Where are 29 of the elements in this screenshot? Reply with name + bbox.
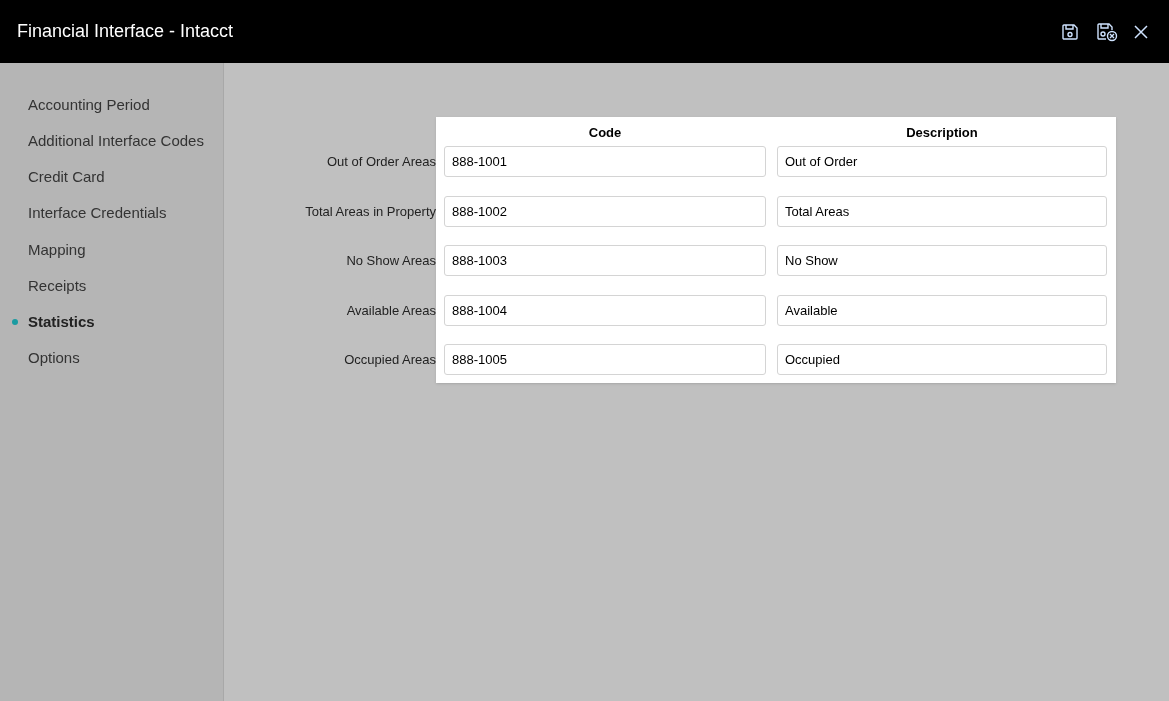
column-header: Description: [905, 123, 979, 142]
input-field[interactable]: Available: [777, 294, 1107, 326]
sidebar-item[interactable]: Additional Interface Codes: [0, 123, 223, 160]
input-field[interactable]: Occupied: [777, 344, 1107, 375]
input-field[interactable]: Total Areas: [777, 195, 1107, 227]
input-field[interactable]: Out of Order: [777, 146, 1107, 177]
input-field[interactable]: No Show: [777, 245, 1107, 276]
row-label: Occupied Areas: [343, 351, 436, 369]
save-close-icon: [1096, 21, 1118, 42]
input-field[interactable]: 888-1005: [444, 344, 766, 375]
input-field[interactable]: 888-1001: [444, 146, 766, 177]
row-label: No Show Areas: [345, 252, 436, 270]
sidebar-item[interactable]: Mapping: [0, 231, 223, 268]
input-field[interactable]: 888-1003: [444, 245, 766, 276]
sidebar-item[interactable]: Receipts: [0, 267, 223, 305]
window-title: Financial Interface - Intacct: [17, 20, 235, 43]
close-icon: [1134, 24, 1148, 39]
row-label: Available Areas: [345, 301, 436, 320]
sidebar-item[interactable]: Interface Credentials: [0, 195, 223, 232]
column-header: Code: [587, 123, 623, 142]
input-field[interactable]: 888-1004: [444, 294, 766, 326]
sidebar-item[interactable]: Statistics: [0, 304, 223, 341]
sidebar-item[interactable]: Accounting Period: [0, 87, 223, 124]
save-icon: [1061, 22, 1079, 41]
row-label: Total Areas in Property: [304, 202, 436, 221]
row-label: Out of Order Areas: [325, 153, 436, 171]
input-field[interactable]: 888-1002: [444, 195, 766, 227]
sidebar-item[interactable]: Credit Card: [0, 159, 223, 196]
sidebar-item[interactable]: Options: [0, 340, 223, 377]
